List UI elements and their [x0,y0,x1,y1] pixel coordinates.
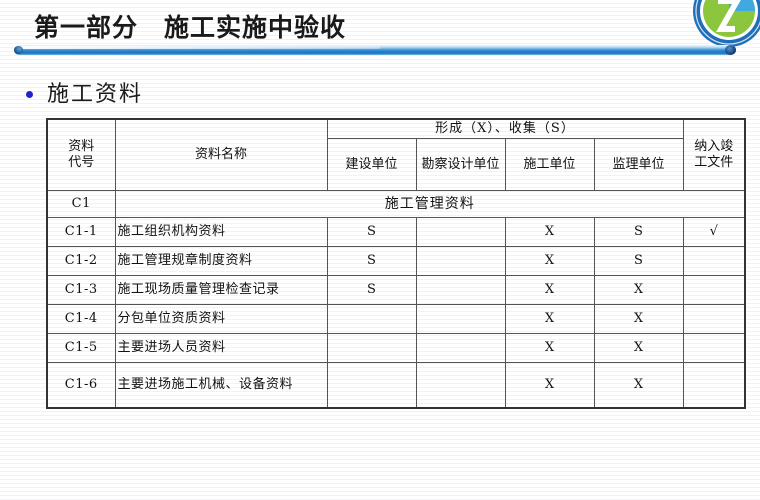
header-final-line1: 纳入竣 [694,138,734,154]
row-mark-construction-owner: S [326,246,417,277]
row-code-cell: C1-3 [46,275,116,306]
construction-documents-table: 资料 代号 资料名称 形成（X）、收集（S） 纳入竣 工文件 建设单位 勘察设计… [46,118,746,409]
row-mark-supervisor: S [593,246,684,277]
row-mark-contractor: X [504,217,595,248]
row-mark-construction-owner [326,304,417,335]
row-mark-supervisor: X [593,333,684,364]
table-body: C1 施工管理资料 C1-1 施工组织机构资料 S X S √ C1-2 施工管理规章制度资料… [46,190,746,409]
row-mark-construction-owner: S [326,217,417,248]
row-mark-supervisor: X [593,362,684,409]
row-code-cell: C1-6 [46,362,116,409]
header-cell-document-name: 资料名称 [114,118,328,192]
table-row: C1-3 施工现场质量管理检查记录 S X X [46,275,746,306]
row-mark-survey-design [415,246,506,277]
bullet-item: 施工资料 [26,76,143,108]
header-final-line2: 工文件 [694,155,734,171]
row-mark-include-in-completion-file [682,333,746,364]
row-mark-contractor: X [504,333,595,364]
row-mark-include-in-completion-file [682,362,746,409]
page-title: 第一部分 施工实施中验收 [34,13,347,42]
row-mark-supervisor: X [593,304,684,335]
section-row-code: C1 [46,190,116,219]
row-mark-survey-design [415,362,506,409]
row-mark-include-in-completion-file: √ [682,217,746,248]
bullet-dot-icon [26,90,33,98]
row-mark-contractor: X [504,246,595,277]
row-name-cell: 施工管理规章制度资料 [114,246,328,277]
row-mark-survey-design [415,217,506,248]
table-row: C1-5 主要进场人员资料 X X [46,333,746,364]
divider-bar-highlight [20,46,380,49]
header-cell-form-collect-group: 形成（X）、收集（S） [326,118,684,140]
row-name-cell: 施工组织机构资料 [114,217,328,248]
row-mark-contractor: X [504,362,595,409]
row-code-cell: C1-4 [46,304,116,335]
row-name-cell: 分包单位资质资料 [114,304,328,335]
table-section-row: C1 施工管理资料 [46,190,746,219]
header-code-line2: 代号 [68,155,95,171]
row-code-cell: C1-2 [46,246,116,277]
divider-bar-right-cap [725,45,736,55]
table-row: C1-4 分包单位资质资料 X X [46,304,746,335]
header-cell-unit-survey-design: 勘察设计单位 [415,138,506,192]
table-row: C1-6 主要进场施工机械、设备资料 X X [46,362,746,409]
table-header: 资料 代号 资料名称 形成（X）、收集（S） 纳入竣 工文件 建设单位 勘察设计… [46,118,746,192]
header-cell-unit-construction-owner: 建设单位 [326,138,417,192]
row-code-cell: C1-1 [46,217,116,248]
header-cell-unit-contractor: 施工单位 [504,138,595,192]
circular-company-logo-icon [692,0,760,48]
row-mark-include-in-completion-file [682,246,746,277]
bullet-item-label: 施工资料 [47,82,144,107]
row-mark-supervisor: S [593,217,684,248]
title-divider-bar [14,45,736,55]
table-row: C1-1 施工组织机构资料 S X S √ [46,217,746,248]
row-mark-construction-owner: S [326,275,417,306]
row-mark-include-in-completion-file [682,304,746,335]
row-name-cell: 主要进场施工机械、设备资料 [114,362,328,409]
row-mark-survey-design [415,304,506,335]
row-name-cell: 主要进场人员资料 [114,333,328,364]
divider-bar-left-cap [14,46,23,54]
row-name-cell: 施工现场质量管理检查记录 [114,275,328,306]
table-header-row-primary: 资料 代号 资料名称 形成（X）、收集（S） 纳入竣 工文件 [46,118,746,192]
row-mark-construction-owner [326,333,417,364]
row-mark-contractor: X [504,304,595,335]
row-mark-survey-design [415,275,506,306]
row-mark-construction-owner [326,362,417,409]
header-cell-unit-supervisor: 监理单位 [593,138,684,192]
row-code-cell: C1-5 [46,333,116,364]
header-code-line1: 资料 [68,138,95,154]
table-row: C1-2 施工管理规章制度资料 S X S [46,246,746,277]
row-mark-contractor: X [504,275,595,306]
section-row-title: 施工管理资料 [114,190,746,219]
header-cell-document-code: 资料 代号 [46,118,116,192]
header-cell-include-in-completion-file: 纳入竣 工文件 [682,118,746,192]
row-mark-include-in-completion-file [682,275,746,306]
row-mark-supervisor: X [593,275,684,306]
row-mark-survey-design [415,333,506,364]
